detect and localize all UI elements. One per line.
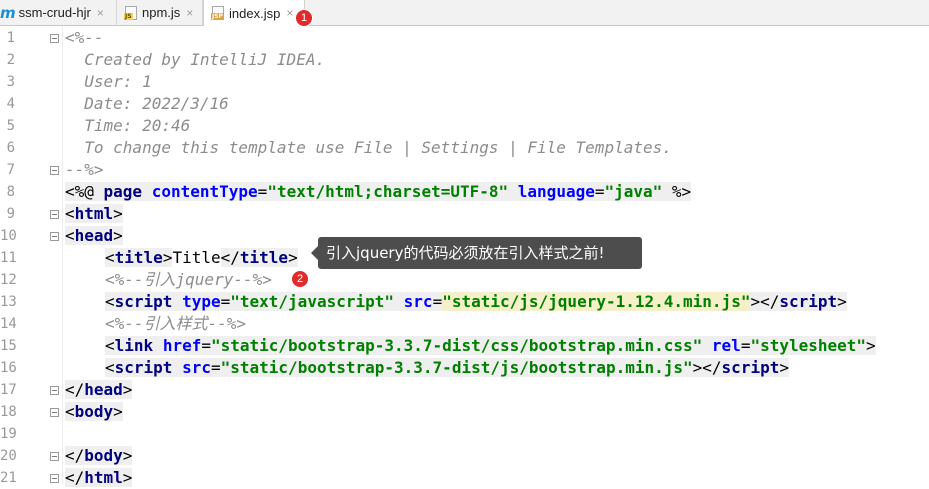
close-icon[interactable]: ×: [186, 6, 193, 20]
line-number: 16: [0, 360, 17, 376]
fold-marker-icon[interactable]: [50, 210, 59, 219]
line-number: 10: [0, 228, 17, 244]
line-number: 14: [0, 316, 17, 332]
line-number: 6: [6, 140, 15, 156]
tab-label: index.jsp: [229, 5, 281, 21]
line-number: 2: [6, 52, 15, 68]
code-line-8: <%@ page contentType="text/html;charset=…: [65, 182, 692, 201]
code-line-3: User: 1: [65, 72, 152, 91]
code-line-7: --%>: [65, 160, 104, 179]
code-line-13: <script type="text/javascript" src="stat…: [105, 292, 847, 311]
code-line-21: </html>: [65, 468, 133, 487]
code-line-10: <head>: [65, 226, 123, 245]
tab-index-jsp[interactable]: JSP index.jsp ×: [203, 0, 305, 26]
maven-icon: m: [0, 3, 16, 22]
line-number: 21: [0, 470, 17, 486]
code-line-14: <%--引入样式--%>: [105, 314, 247, 333]
line-number: 19: [0, 426, 17, 442]
code-line-17: </head>: [65, 380, 133, 399]
line-number: 11: [0, 250, 17, 266]
fold-marker-icon[interactable]: [50, 386, 59, 395]
line-number: 7: [6, 162, 15, 178]
jsp-file-icon: JSP: [211, 6, 224, 20]
line-number: 18: [0, 404, 17, 420]
code-line-12: <%--引入jquery--%>: [105, 270, 272, 289]
annotation-tooltip: 引入jquery的代码必须放在引入样式之前!: [311, 237, 642, 269]
code-line-16: <script src="static/bootstrap-3.3.7-dist…: [105, 358, 789, 377]
line-number-gutter: 1 2 3 4 5 6 7 8 9 10 11 12 13 14 15 16 1…: [0, 26, 62, 486]
line-number: 9: [6, 206, 15, 222]
code-line-18: <body>: [65, 402, 123, 421]
code-line-11: <title>Title</title>: [105, 248, 298, 267]
close-icon[interactable]: ×: [286, 6, 293, 20]
fold-marker-icon[interactable]: [50, 452, 59, 461]
line-number: 8: [6, 184, 15, 200]
js-file-icon: JS: [124, 5, 137, 20]
line-number: 5: [6, 118, 15, 134]
line-number: 1: [6, 30, 15, 46]
code-line-1: <%--: [65, 28, 104, 47]
line-number: 20: [0, 448, 17, 464]
code-line-9: <html>: [65, 204, 123, 223]
fold-marker-icon[interactable]: [50, 408, 59, 417]
tab-ssm-crud-hjr[interactable]: m ssm-crud-hjr ×: [0, 0, 117, 25]
line-number: 4: [6, 96, 15, 112]
line-number: 17: [0, 382, 17, 398]
code-line-20: </body>: [65, 446, 133, 465]
code-line-2: Created by IntelliJ IDEA.: [65, 50, 326, 69]
tab-npm-js[interactable]: JS npm.js ×: [117, 0, 203, 25]
code-line-5: Time: 20:46: [65, 116, 191, 135]
editor-tab-bar: m ssm-crud-hjr × JS npm.js × JSP index.j…: [0, 0, 929, 26]
line-number: 3: [6, 74, 15, 90]
code-line-4: Date: 2022/3/16: [65, 94, 229, 113]
fold-marker-icon[interactable]: [50, 232, 59, 241]
annotation-badge-1: 1: [296, 10, 312, 26]
line-number: 15: [0, 338, 17, 354]
gutter-divider: [62, 26, 63, 483]
close-icon[interactable]: ×: [97, 6, 104, 20]
tab-label: ssm-crud-hjr: [18, 5, 91, 20]
tab-label: npm.js: [142, 5, 181, 20]
code-line-6: To change this template use File | Setti…: [65, 138, 672, 157]
annotation-badge-2: 2: [292, 271, 308, 287]
line-number: 12: [0, 272, 17, 288]
fold-marker-icon[interactable]: [50, 474, 59, 483]
fold-marker-icon[interactable]: [50, 166, 59, 175]
line-number: 13: [0, 294, 17, 310]
code-line-15: <link href="static/bootstrap-3.3.7-dist/…: [105, 336, 876, 355]
fold-marker-icon[interactable]: [50, 34, 59, 43]
